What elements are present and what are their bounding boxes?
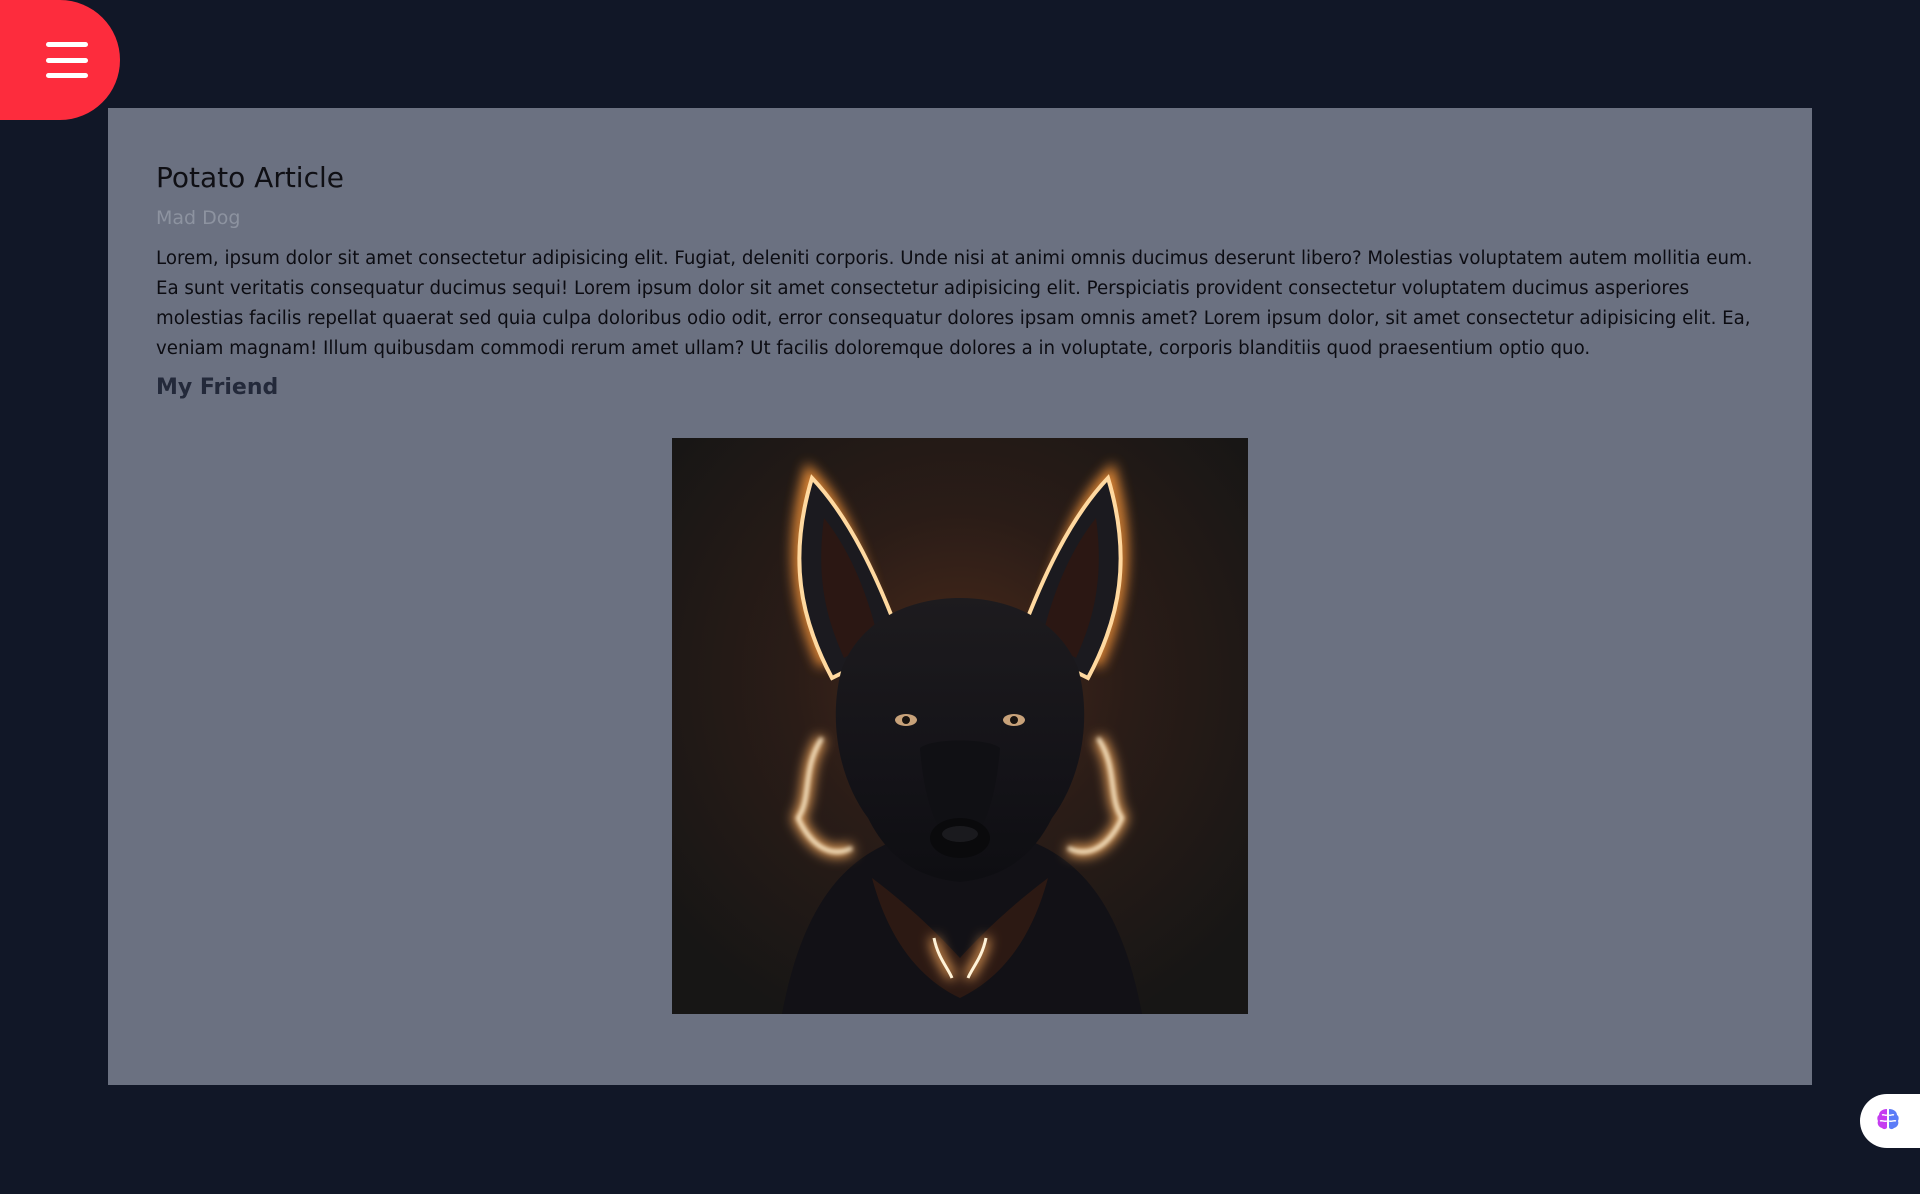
article-author: Mad Dog xyxy=(156,207,241,229)
assistant-button[interactable] xyxy=(1860,1094,1920,1148)
brain-icon xyxy=(1874,1105,1902,1137)
dog-portrait-image xyxy=(672,438,1248,1014)
menu-button[interactable] xyxy=(0,0,120,120)
article-body: Lorem, ipsum dolor sit amet consectetur … xyxy=(156,248,1753,359)
hamburger-menu-icon xyxy=(46,42,88,78)
article-card: Potato Article Mad Dog Lorem, ipsum dolo… xyxy=(108,108,1812,1085)
section-heading: My Friend xyxy=(156,375,279,400)
article-title: Potato Article xyxy=(156,161,344,194)
